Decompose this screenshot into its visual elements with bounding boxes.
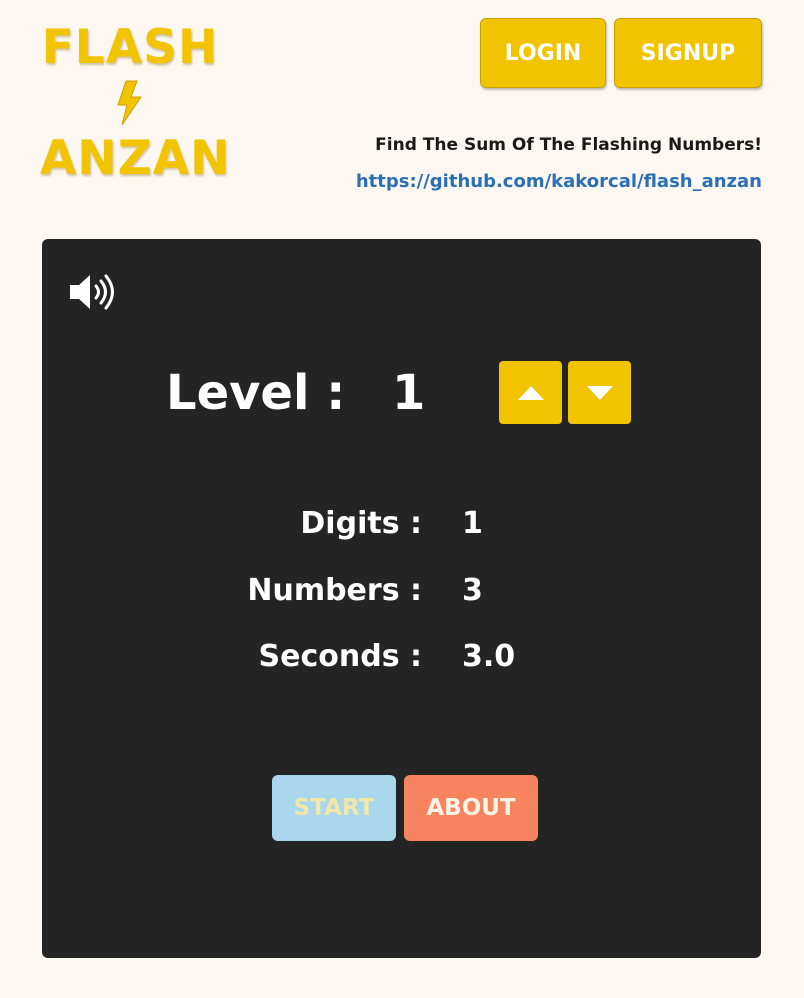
github-repo-link[interactable]: https://github.com/kakorcal/flash_anzan — [356, 171, 762, 192]
signup-button[interactable]: SIGNUP — [614, 18, 762, 88]
about-button[interactable]: ABOUT — [404, 775, 538, 841]
numbers-label: Numbers : — [247, 573, 422, 608]
numbers-value: 3 — [462, 573, 483, 608]
digits-label: Digits : — [300, 506, 422, 541]
triangle-up-icon — [517, 385, 544, 400]
level-value: 1 — [392, 365, 426, 421]
logo-word-anzan: ANZAN — [40, 131, 231, 186]
auth-buttons: LOGIN SIGNUP — [480, 18, 762, 88]
login-button[interactable]: LOGIN — [480, 18, 606, 88]
level-up-button[interactable] — [499, 361, 562, 424]
flash-anzan-logo: FLASH ANZAN — [40, 20, 231, 186]
lightning-bolt-icon — [117, 80, 142, 126]
seconds-label: Seconds : — [258, 639, 422, 674]
triangle-down-icon — [586, 385, 613, 400]
seconds-value: 3.0 — [462, 639, 516, 674]
speaker-volume-icon[interactable] — [68, 271, 120, 313]
tagline: Find The Sum Of The Flashing Numbers! — [375, 135, 762, 155]
logo-word-flash: FLASH — [41, 20, 219, 75]
start-button[interactable]: START — [272, 775, 396, 841]
level-label: Level : — [166, 365, 346, 421]
game-panel: Level : 1 Digits : 1 Numbers : 3 Seconds… — [42, 239, 761, 958]
level-down-button[interactable] — [568, 361, 631, 424]
digits-value: 1 — [462, 506, 483, 541]
